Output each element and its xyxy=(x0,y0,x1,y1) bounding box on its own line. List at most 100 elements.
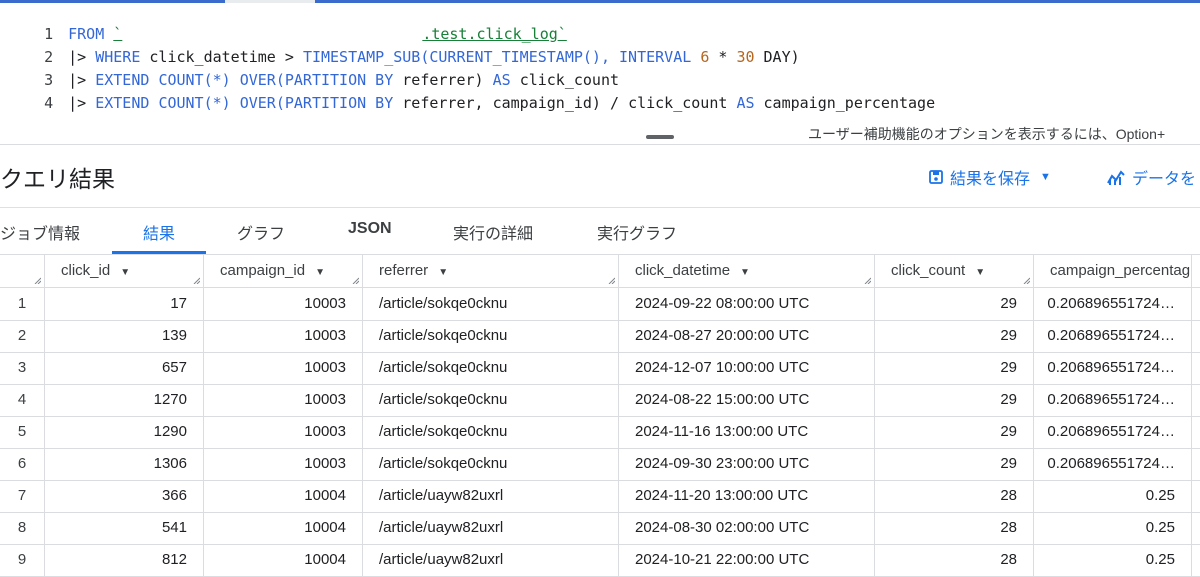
cell-rn[interactable]: 4 xyxy=(0,384,45,416)
tab-execution-graph[interactable]: 実行グラフ xyxy=(597,220,677,244)
cell-referrer[interactable]: /article/sokqe0cknu xyxy=(363,416,619,448)
cell-click-datetime[interactable]: 2024-10-21 22:00:00 UTC xyxy=(619,544,875,576)
cell-click-datetime[interactable]: 2024-08-27 20:00:00 UTC xyxy=(619,320,875,352)
cell-campaign-percentage[interactable]: 0.206896551724… xyxy=(1034,416,1192,448)
table-row[interactable]: 7 366 10004/article/uayw82uxrl 2024-11-20 1… xyxy=(0,480,1200,513)
column-header-click-count[interactable]: click_count ▼ xyxy=(875,255,1034,287)
cell-click-id[interactable]: 17 xyxy=(45,288,204,320)
cell-click-id[interactable]: 541 xyxy=(45,512,204,544)
cell-referrer[interactable]: /article/sokqe0cknu xyxy=(363,384,619,416)
cell-rn[interactable]: 1 xyxy=(0,288,45,320)
cell-click-count[interactable]: 29 xyxy=(875,448,1034,480)
cell-referrer[interactable]: /article/sokqe0cknu xyxy=(363,320,619,352)
cell-click-count[interactable]: 29 xyxy=(875,288,1034,320)
resize-handle-icon[interactable] xyxy=(352,277,359,284)
cell-campaign-id[interactable]: 10003 xyxy=(204,320,363,352)
cell-click-datetime[interactable]: 2024-11-20 13:00:00 UTC xyxy=(619,480,875,512)
cell-click-count[interactable]: 28 xyxy=(875,512,1034,544)
sql-editor[interactable]: 1 FROM ` .test.click_log` 2 |> WHERE click_… xyxy=(0,0,1200,143)
cell-referrer[interactable]: /article/uayw82uxrl xyxy=(363,544,619,576)
cell-click-datetime[interactable]: 2024-11-16 13:00:00 UTC xyxy=(619,416,875,448)
tab-results[interactable]: 結果 xyxy=(143,220,175,244)
cell-rn[interactable]: 7 xyxy=(0,480,45,512)
code-line-2[interactable]: 2 |> WHERE click_datetime > TIMESTAMP_SUB… xyxy=(0,23,800,66)
cell-campaign-percentage[interactable]: 0.25 xyxy=(1034,512,1192,544)
cell-click-id[interactable]: 1270 xyxy=(45,384,204,416)
cell-campaign-percentage[interactable]: 0.206896551724… xyxy=(1034,352,1192,384)
cell-campaign-id[interactable]: 10003 xyxy=(204,384,363,416)
tab-job-info[interactable]: ジョブ情報 xyxy=(0,220,80,244)
resize-handle-icon[interactable] xyxy=(608,277,615,284)
cell-rn[interactable]: 2 xyxy=(0,320,45,352)
cell-referrer[interactable]: /article/uayw82uxrl xyxy=(363,480,619,512)
cell-click-datetime[interactable]: 2024-09-30 23:00:00 UTC xyxy=(619,448,875,480)
column-header-click-datetime[interactable]: click_datetime ▼ xyxy=(619,255,875,287)
table-row[interactable]: 2 139 10003/article/sokqe0cknu 2024-08-27 2… xyxy=(0,320,1200,353)
cell-referrer[interactable]: /article/sokqe0cknu xyxy=(363,448,619,480)
cell-campaign-percentage[interactable]: 0.206896551724… xyxy=(1034,384,1192,416)
cell-referrer[interactable]: /article/sokqe0cknu xyxy=(363,288,619,320)
cell-click-count[interactable]: 29 xyxy=(875,320,1034,352)
table-row[interactable]: 3 657 10003/article/sokqe0cknu 2024-12-07 1… xyxy=(0,352,1200,385)
cell-campaign-id[interactable]: 10003 xyxy=(204,416,363,448)
table-row[interactable]: 6 1306 10003/article/sokqe0cknu 2024-09-30 … xyxy=(0,448,1200,481)
table-row[interactable]: 4 1270 10003/article/sokqe0cknu 2024-08-22 … xyxy=(0,384,1200,417)
cell-click-count[interactable]: 29 xyxy=(875,384,1034,416)
cell-campaign-percentage[interactable]: 0.206896551724… xyxy=(1034,448,1192,480)
cell-rn[interactable]: 6 xyxy=(0,448,45,480)
column-header-referrer[interactable]: referrer ▼ xyxy=(363,255,619,287)
cell-click-datetime[interactable]: 2024-08-30 02:00:00 UTC xyxy=(619,512,875,544)
resize-handle-icon[interactable] xyxy=(1023,277,1030,284)
drag-handle-icon[interactable] xyxy=(646,135,674,139)
cell-click-id[interactable]: 1306 xyxy=(45,448,204,480)
cell-click-datetime[interactable]: 2024-12-07 10:00:00 UTC xyxy=(619,352,875,384)
editor-results-splitter[interactable]: ユーザー補助機能のオプションを表示するには、Option+ xyxy=(0,123,1200,144)
cell-campaign-id[interactable]: 10004 xyxy=(204,512,363,544)
cell-campaign-percentage[interactable]: 0.206896551724… xyxy=(1034,288,1192,320)
code-line-3[interactable]: 3 |> EXTEND COUNT(*) OVER(PARTITION BY re… xyxy=(0,46,619,89)
cell-referrer[interactable]: /article/uayw82uxrl xyxy=(363,512,619,544)
column-header-click-id[interactable]: click_id ▼ xyxy=(45,255,204,287)
code-line-5[interactable]: 5 xyxy=(0,100,68,143)
cell-rn[interactable]: 9 xyxy=(0,544,45,576)
cell-campaign-id[interactable]: 10003 xyxy=(204,288,363,320)
cell-click-datetime[interactable]: 2024-09-22 08:00:00 UTC xyxy=(619,288,875,320)
cell-click-count[interactable]: 28 xyxy=(875,544,1034,576)
cell-click-datetime[interactable]: 2024-08-22 15:00:00 UTC xyxy=(619,384,875,416)
cell-campaign-id[interactable]: 10004 xyxy=(204,544,363,576)
cell-click-id[interactable]: 657 xyxy=(45,352,204,384)
column-header-campaign-id[interactable]: campaign_id ▼ xyxy=(204,255,363,287)
cell-click-count[interactable]: 29 xyxy=(875,352,1034,384)
cell-click-id[interactable]: 812 xyxy=(45,544,204,576)
code-line-4[interactable]: 4 |> EXTEND COUNT(*) OVER(PARTITION BY re… xyxy=(0,69,935,112)
table-row[interactable]: 5 1290 10003/article/sokqe0cknu 2024-11-16 … xyxy=(0,416,1200,449)
table-row[interactable]: 8 541 10004/article/uayw82uxrl 2024-08-30 0… xyxy=(0,512,1200,545)
table-row[interactable]: 1 17 10003/article/sokqe0cknu 2024-09-22 08… xyxy=(0,288,1200,321)
cell-campaign-id[interactable]: 10004 xyxy=(204,480,363,512)
cell-referrer[interactable]: /article/sokqe0cknu xyxy=(363,352,619,384)
cell-rn[interactable]: 8 xyxy=(0,512,45,544)
tab-chart[interactable]: グラフ xyxy=(237,220,285,244)
cell-rn[interactable]: 3 xyxy=(0,352,45,384)
cell-rn[interactable]: 5 xyxy=(0,416,45,448)
tab-execution-details[interactable]: 実行の詳細 xyxy=(453,220,533,244)
cell-click-id[interactable]: 139 xyxy=(45,320,204,352)
code-line-1[interactable]: 1 FROM ` .test.click_log` xyxy=(0,0,567,43)
cell-click-id[interactable]: 1290 xyxy=(45,416,204,448)
cell-click-count[interactable]: 28 xyxy=(875,480,1034,512)
resize-handle-icon[interactable] xyxy=(193,277,200,284)
cell-campaign-id[interactable]: 10003 xyxy=(204,352,363,384)
cell-campaign-percentage[interactable]: 0.25 xyxy=(1034,480,1192,512)
save-results-button[interactable]: 結果を保存 ▼ xyxy=(928,166,1051,188)
resize-handle-icon[interactable] xyxy=(34,277,41,284)
cell-campaign-percentage[interactable]: 0.206896551724… xyxy=(1034,320,1192,352)
explore-data-button[interactable]: データを xyxy=(1106,166,1196,188)
tab-json[interactable]: JSON xyxy=(348,220,392,238)
table-row[interactable]: 9 812 10004/article/uayw82uxrl 2024-10-21 2… xyxy=(0,544,1200,577)
cell-campaign-id[interactable]: 10003 xyxy=(204,448,363,480)
cell-click-id[interactable]: 366 xyxy=(45,480,204,512)
cell-campaign-percentage[interactable]: 0.25 xyxy=(1034,544,1192,576)
resize-handle-icon[interactable] xyxy=(864,277,871,284)
column-header-campaign-percentage[interactable]: campaign_percentag xyxy=(1034,255,1192,287)
cell-click-count[interactable]: 29 xyxy=(875,416,1034,448)
